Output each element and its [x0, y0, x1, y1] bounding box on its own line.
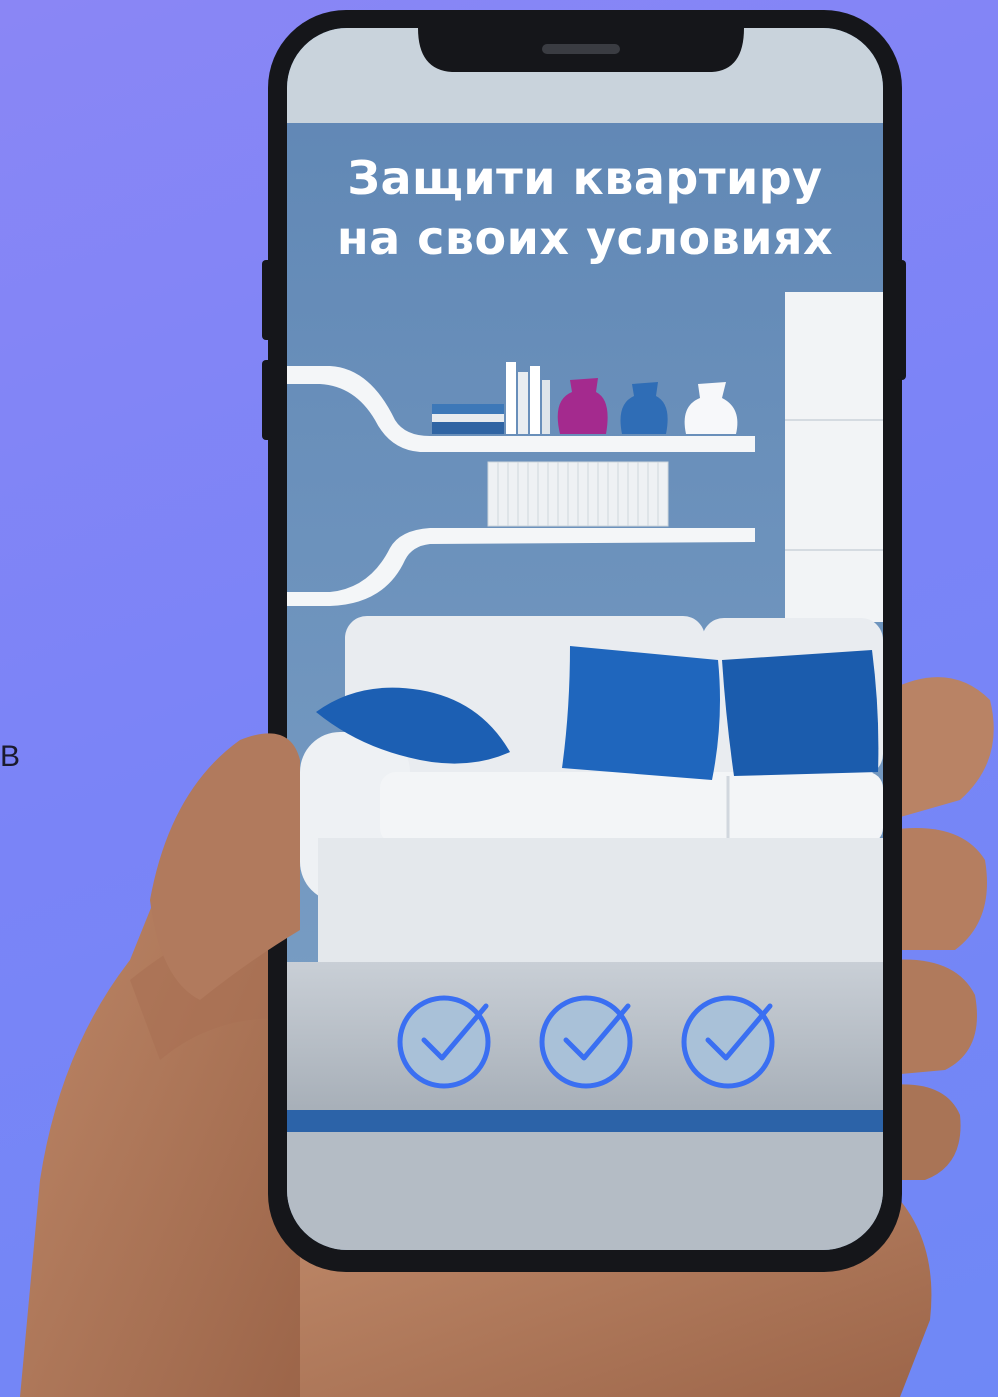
- cushion-right: [722, 650, 879, 776]
- check-3: [681, 995, 775, 1089]
- headline-line-1: Защити квартиру: [347, 151, 823, 205]
- sofa: [300, 616, 883, 964]
- cushion-center: [562, 646, 720, 780]
- speaker-grille: [542, 44, 620, 54]
- headline-line-2: на своих условиях: [336, 211, 834, 265]
- check-1: [397, 995, 491, 1089]
- wall-cabinet: [785, 292, 883, 622]
- vases: [557, 378, 738, 434]
- check-2: [539, 995, 633, 1089]
- screen-headline: Защити квартиру на своих условиях: [300, 148, 870, 268]
